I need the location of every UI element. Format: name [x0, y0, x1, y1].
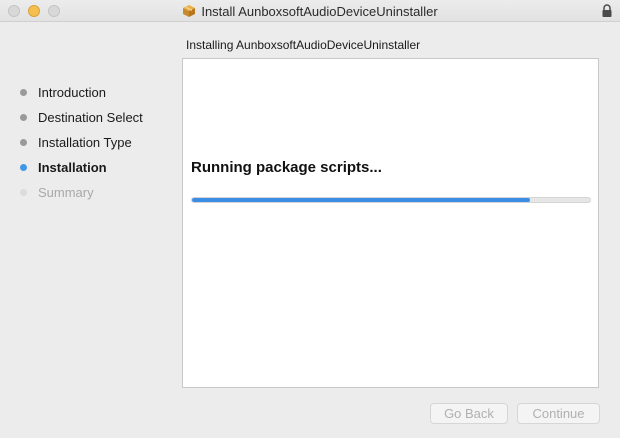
- step-installation-type: Installation Type: [20, 130, 180, 155]
- step-label: Summary: [38, 185, 94, 200]
- step-indicator-dot: [20, 114, 27, 121]
- title-bar: Install AunboxsoftAudioDeviceUninstaller: [0, 0, 620, 22]
- window-title: Install AunboxsoftAudioDeviceUninstaller: [201, 3, 438, 19]
- window-title-group: Install AunboxsoftAudioDeviceUninstaller: [0, 0, 620, 22]
- installer-subtitle: Installing AunboxsoftAudioDeviceUninstal…: [186, 38, 421, 52]
- progress-bar-fill: [192, 198, 531, 202]
- step-indicator-dot: [20, 139, 27, 146]
- step-summary: Summary: [20, 180, 180, 205]
- step-indicator-dot: [20, 164, 27, 171]
- installer-window: Install AunboxsoftAudioDeviceUninstaller…: [0, 0, 620, 438]
- package-icon: [183, 5, 196, 17]
- step-introduction: Introduction: [20, 80, 180, 105]
- lock-icon: [602, 4, 612, 17]
- step-installation: Installation: [20, 155, 180, 180]
- status-message: Running package scripts...: [191, 159, 382, 176]
- step-label: Destination Select: [38, 110, 143, 125]
- go-back-button[interactable]: Go Back: [430, 403, 508, 424]
- content-panel: Running package scripts...: [182, 58, 599, 388]
- step-indicator-dot: [20, 189, 27, 196]
- steps-sidebar: Introduction Destination Select Installa…: [20, 80, 180, 205]
- step-label: Installation: [38, 160, 107, 175]
- continue-button[interactable]: Continue: [517, 403, 600, 424]
- step-label: Installation Type: [38, 135, 132, 150]
- step-indicator-dot: [20, 89, 27, 96]
- step-destination-select: Destination Select: [20, 105, 180, 130]
- progress-bar: [191, 197, 591, 203]
- step-label: Introduction: [38, 85, 106, 100]
